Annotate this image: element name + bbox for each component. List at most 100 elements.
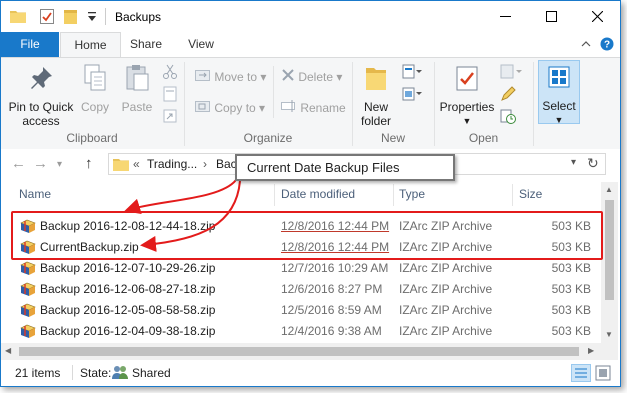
column-separator[interactable] bbox=[512, 184, 513, 206]
column-header-type[interactable]: Type bbox=[399, 182, 425, 206]
column-separator[interactable] bbox=[393, 184, 394, 206]
new-folder-quick-icon[interactable] bbox=[64, 9, 78, 27]
new-item-icon[interactable] bbox=[402, 64, 422, 83]
status-bar: 21 items State: Shared bbox=[1, 360, 620, 386]
title-separator bbox=[105, 8, 106, 25]
scroll-up-icon[interactable]: ▲ bbox=[605, 185, 613, 194]
maximize-button[interactable] bbox=[528, 1, 574, 32]
details-view-icon[interactable] bbox=[571, 364, 591, 382]
file-size: 503 KB bbox=[551, 261, 591, 275]
shared-users-icon bbox=[111, 364, 129, 383]
move-to-label: Move to bbox=[214, 70, 258, 84]
column-separator[interactable] bbox=[274, 184, 275, 206]
new-folder-button[interactable]: New folder bbox=[355, 64, 397, 128]
file-date: 12/4/2016 9:38 AM bbox=[281, 324, 382, 338]
file-size: 503 KB bbox=[551, 303, 591, 317]
file-name[interactable]: Backup 2016-12-05-08-58-58.zip bbox=[40, 299, 215, 321]
properties-quick-icon[interactable] bbox=[40, 9, 54, 27]
scroll-right-icon[interactable]: ▶ bbox=[588, 346, 594, 355]
column-header-name[interactable]: Name bbox=[19, 182, 51, 206]
cut-icon[interactable] bbox=[162, 64, 178, 83]
up-arrow-icon[interactable]: ↑ bbox=[85, 155, 93, 172]
ribbon-separator bbox=[533, 62, 534, 146]
file-name[interactable]: Backup 2016-12-06-08-27-18.zip bbox=[40, 278, 215, 300]
copy-to-dropdown-icon: ▾ bbox=[259, 101, 266, 115]
maximize-icon bbox=[545, 11, 557, 22]
window-title: Backups bbox=[115, 10, 162, 24]
vertical-scroll-thumb[interactable] bbox=[605, 200, 614, 300]
column-header-size[interactable]: Size bbox=[519, 182, 542, 206]
state-label: State: bbox=[80, 366, 112, 380]
open-group-label: Open bbox=[468, 131, 499, 145]
file-name[interactable]: Backup 2016-12-07-10-29-26.zip bbox=[40, 257, 215, 279]
copy-path-icon[interactable] bbox=[162, 86, 178, 105]
copy-label: Copy bbox=[80, 100, 109, 114]
properties-button[interactable]: Properties ▼ bbox=[439, 64, 495, 128]
copy-button[interactable]: Copy bbox=[77, 64, 113, 114]
horizontal-scroll-thumb[interactable] bbox=[19, 347, 579, 356]
easy-access-icon[interactable] bbox=[402, 86, 422, 105]
properties-label: Properties bbox=[439, 100, 495, 114]
help-icon[interactable]: ? bbox=[600, 37, 614, 54]
file-name[interactable]: Backup 2016-12-04-09-38-18.zip bbox=[40, 320, 215, 342]
horizontal-scrollbar[interactable]: ◀ ▶ bbox=[1, 343, 601, 360]
tab-share[interactable]: Share bbox=[122, 32, 170, 57]
properties-icon bbox=[439, 64, 495, 94]
folder-icon bbox=[10, 9, 26, 26]
state-value: Shared bbox=[132, 366, 171, 380]
back-arrow-icon[interactable]: ← bbox=[11, 155, 26, 172]
column-header-date[interactable]: Date modified bbox=[281, 182, 355, 206]
open-icon[interactable] bbox=[500, 64, 524, 83]
ribbon-tabs: File Home Share View ? bbox=[1, 32, 620, 57]
address-dropdown-icon[interactable]: ▾ bbox=[571, 157, 576, 168]
select-button[interactable]: Select ▼ bbox=[538, 60, 580, 125]
delete-icon bbox=[281, 68, 295, 87]
move-to-dropdown-icon: ▾ bbox=[260, 70, 267, 84]
zip-archive-icon bbox=[20, 303, 36, 320]
file-row[interactable]: Backup 2016-12-07-10-29-26.zip 12/7/2016 … bbox=[18, 257, 591, 279]
large-icons-view-icon[interactable] bbox=[595, 365, 611, 384]
select-label: Select bbox=[542, 99, 576, 113]
ribbon: Pin to Quick access Copy Paste Clipboard bbox=[1, 57, 620, 151]
minimize-button[interactable] bbox=[482, 1, 528, 32]
forward-arrow-icon[interactable]: → bbox=[33, 155, 48, 172]
tab-view[interactable]: View bbox=[173, 32, 229, 57]
quick-access-dropdown-icon[interactable] bbox=[88, 11, 96, 25]
breadcrumb-overflow[interactable]: « bbox=[133, 157, 140, 171]
breadcrumb-separator-icon[interactable]: › bbox=[203, 157, 207, 171]
edit-icon[interactable] bbox=[500, 86, 516, 105]
file-row[interactable]: Backup 2016-12-06-08-27-18.zip 12/6/2016 … bbox=[18, 278, 591, 300]
pin-icon bbox=[5, 64, 77, 94]
scroll-left-icon[interactable]: ◀ bbox=[5, 346, 11, 355]
vertical-scrollbar[interactable]: ▲ ▼ bbox=[601, 182, 618, 343]
copy-to-button[interactable]: Copy to ▾ bbox=[195, 99, 265, 117]
address-folder-icon bbox=[113, 157, 129, 174]
scroll-down-icon[interactable]: ▼ bbox=[605, 330, 613, 339]
close-button[interactable] bbox=[574, 1, 620, 32]
paste-shortcut-icon[interactable] bbox=[162, 108, 178, 127]
file-row[interactable]: Backup 2016-12-04-09-38-18.zip 12/4/2016 … bbox=[18, 320, 591, 342]
pin-label: Pin to Quick bbox=[8, 100, 74, 114]
tab-home[interactable]: Home bbox=[60, 32, 121, 57]
recent-locations-icon[interactable]: ▾ bbox=[57, 159, 62, 170]
highlight-box bbox=[11, 211, 603, 260]
pin-label-line2: access bbox=[22, 114, 60, 128]
file-size: 503 KB bbox=[551, 282, 591, 296]
move-to-button[interactable]: Move to ▾ bbox=[195, 68, 266, 86]
rename-button[interactable]: Rename bbox=[281, 99, 346, 117]
expand-ribbon-icon[interactable] bbox=[581, 38, 591, 52]
select-dropdown-icon: ▼ bbox=[554, 115, 564, 125]
status-separator bbox=[72, 365, 73, 380]
file-row[interactable]: Backup 2016-12-05-08-58-58.zip 12/5/2016 … bbox=[18, 299, 591, 321]
pin-to-quick-access-button[interactable]: Pin to Quick access bbox=[5, 64, 77, 128]
file-type: IZArc ZIP Archive bbox=[399, 282, 493, 296]
history-icon[interactable] bbox=[500, 108, 516, 127]
paste-button[interactable]: Paste bbox=[117, 64, 157, 114]
refresh-icon[interactable]: ↻ bbox=[587, 155, 599, 172]
minimize-icon bbox=[499, 16, 511, 17]
breadcrumb-trading[interactable]: Trading... bbox=[147, 157, 197, 171]
delete-button[interactable]: Delete ▾ bbox=[281, 68, 342, 86]
clipboard-group-label: Clipboard bbox=[66, 131, 118, 145]
tab-file[interactable]: File bbox=[1, 32, 59, 57]
new-folder-label-line2: folder bbox=[360, 114, 392, 128]
